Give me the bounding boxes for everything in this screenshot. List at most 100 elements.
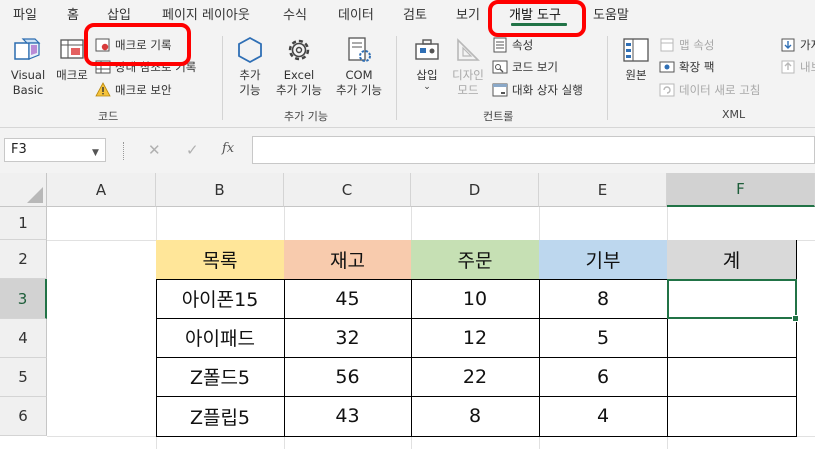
developer-tab-highlight (488, 0, 586, 37)
addins-button[interactable]: 추가 기능 (230, 34, 270, 98)
column-header-a[interactable]: A (47, 173, 156, 207)
run-dialog-button[interactable]: 대화 상자 실행 (492, 81, 583, 99)
header-cell-stock[interactable]: 재고 (284, 240, 412, 280)
export-icon (780, 59, 796, 75)
excel-addins-button[interactable]: Excel 추가 기능 (270, 34, 328, 98)
properties-icon (492, 37, 508, 53)
table-cell[interactable]: 32 (284, 318, 412, 358)
tab-formulas[interactable]: 수식 (283, 4, 307, 23)
import-button[interactable]: 가져 (780, 36, 815, 54)
tab-page-layout[interactable]: 페이지 레이아웃 (162, 4, 250, 23)
table-cell[interactable]: 56 (284, 357, 412, 397)
data-table: 목록 재고 주문 기부 계 아이폰15 45 10 8 아이패드 32 12 5… (156, 240, 797, 437)
xml-source-label: 원본 (625, 68, 647, 82)
tab-help[interactable]: 도움말 (593, 4, 629, 23)
table-cell[interactable] (667, 396, 797, 437)
row-header-6[interactable]: 6 (0, 397, 47, 436)
macro-security-label: 매크로 보안 (115, 83, 172, 97)
addins-group-label: 추가 기능 (284, 110, 328, 123)
design-mode-label: 디자인 모드 (452, 68, 484, 97)
header-cell-total[interactable]: 계 (667, 240, 797, 280)
table-cell[interactable]: 5 (539, 318, 668, 358)
row-header-5[interactable]: 5 (0, 358, 47, 397)
tab-review[interactable]: 검토 (403, 4, 427, 23)
table-cell[interactable] (667, 357, 797, 397)
header-cell-list[interactable]: 목록 (156, 240, 285, 280)
com-addins-button[interactable]: COM 추가 기능 (331, 34, 387, 98)
tab-home[interactable]: 홈 (67, 4, 79, 23)
map-properties-button[interactable]: 맵 속성 (659, 36, 714, 54)
row-header-4[interactable]: 4 (0, 319, 47, 358)
formula-input[interactable] (252, 136, 815, 164)
toolbox-icon (411, 34, 443, 66)
cancel-icon[interactable]: ✕ (148, 141, 161, 159)
formula-bar-separator (123, 142, 125, 160)
xml-source-icon (620, 34, 652, 66)
view-code-label: 코드 보기 (512, 60, 558, 74)
refresh-data-button[interactable]: 데이터 새로 고침 (659, 81, 760, 99)
design-mode-button[interactable]: 디자인 모드 (448, 34, 488, 98)
warning-icon (95, 82, 111, 98)
fill-handle[interactable] (792, 315, 799, 322)
tab-file[interactable]: 파일 (13, 4, 37, 23)
table-cell[interactable]: 45 (284, 279, 412, 319)
com-addins-label: COM 추가 기능 (336, 68, 382, 97)
table-cell[interactable]: 22 (411, 357, 540, 397)
column-header-f[interactable]: F (667, 173, 815, 207)
selected-cell-f3[interactable] (667, 279, 797, 319)
table-cell[interactable]: 아이패드 (156, 318, 285, 358)
view-code-button[interactable]: 코드 보기 (492, 58, 558, 76)
table-cell[interactable]: 아이폰15 (156, 279, 285, 319)
select-all-corner[interactable] (0, 173, 47, 207)
row-header-2[interactable]: 2 (0, 240, 47, 279)
table-cell[interactable]: 6 (539, 357, 668, 397)
column-header-d[interactable]: D (411, 173, 539, 207)
refresh-data-icon (659, 82, 675, 98)
expansion-packs-icon (659, 59, 675, 75)
table-cell[interactable]: 8 (411, 396, 540, 437)
macro-security-button[interactable]: 매크로 보안 (95, 81, 172, 99)
worksheet-grid: A B C D E F 1 2 3 4 5 6 목록 재고 주문 기부 계 아이… (0, 173, 815, 449)
visual-basic-icon (12, 34, 44, 66)
insert-control-button[interactable]: 삽입 ⌄ (407, 34, 447, 92)
table-cell[interactable] (667, 318, 797, 358)
chevron-down-icon[interactable]: ▼ (92, 148, 99, 158)
table-cell[interactable]: Z플립5 (156, 396, 285, 437)
expansion-packs-button[interactable]: 확장 팩 (659, 58, 714, 76)
export-button[interactable]: 내보 (780, 58, 815, 76)
gear-icon (283, 34, 315, 66)
run-dialog-label: 대화 상자 실행 (512, 83, 583, 97)
table-cell[interactable]: 4 (539, 396, 668, 437)
addins-label: 추가 기능 (239, 68, 261, 97)
check-icon[interactable]: ✓ (186, 141, 199, 159)
tab-data[interactable]: 데이터 (338, 4, 374, 23)
com-addins-icon (343, 34, 375, 66)
column-header-e[interactable]: E (539, 173, 667, 207)
record-macro-highlight (84, 23, 191, 66)
table-cell[interactable]: 8 (539, 279, 668, 319)
column-header-b[interactable]: B (156, 173, 284, 207)
code-group-label: 코드 (98, 110, 119, 123)
tab-insert[interactable]: 삽입 (107, 4, 131, 23)
fx-icon[interactable]: fx (222, 141, 234, 156)
name-box[interactable]: F3 (4, 138, 106, 162)
tab-view[interactable]: 보기 (456, 4, 480, 23)
row-header-1[interactable]: 1 (0, 207, 47, 240)
table-cell[interactable]: 43 (284, 396, 412, 437)
group-separator (222, 36, 223, 120)
view-code-icon (492, 59, 508, 75)
map-properties-icon (659, 37, 675, 53)
formula-bar: F3 ✕ ✓ fx (0, 128, 815, 173)
table-cell[interactable]: 12 (411, 318, 540, 358)
column-header-c[interactable]: C (284, 173, 411, 207)
header-cell-donation[interactable]: 기부 (539, 240, 668, 280)
properties-button[interactable]: 속성 (492, 36, 533, 54)
visual-basic-button[interactable]: Visual Basic (6, 34, 50, 98)
group-separator (396, 36, 397, 120)
row-header-3[interactable]: 3 (0, 279, 47, 319)
header-cell-order[interactable]: 주문 (411, 240, 540, 280)
table-cell[interactable]: 10 (411, 279, 540, 319)
xml-source-button[interactable]: 원본 (616, 34, 656, 83)
table-cell[interactable]: Z폴드5 (156, 357, 285, 397)
import-label: 가져 (800, 38, 815, 52)
